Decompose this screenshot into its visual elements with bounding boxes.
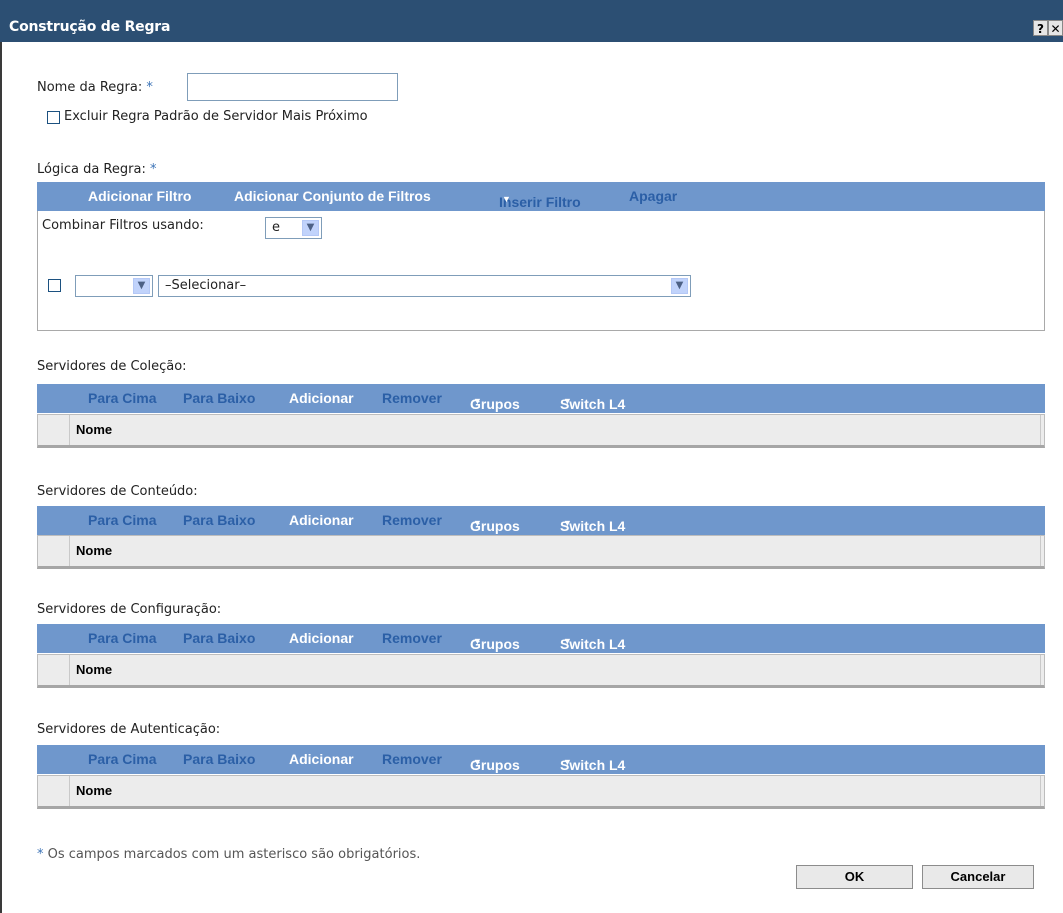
server-toolbar: Para Cima Para Baixo Adicionar Remover G… [37,506,1045,535]
required-asterisk: * [149,162,157,177]
add-filter-set-button[interactable]: Adicionar Conjunto de Filtros [234,188,431,204]
column-header-name[interactable]: Nome [76,662,112,677]
exclude-closest-label: Excluir Regra Padrão de Servidor Mais Pr… [64,109,368,124]
move-up-button[interactable]: Para Cima [88,390,156,406]
move-up-button[interactable]: Para Cima [88,512,156,528]
server-table: Nome [37,775,1045,809]
server-toolbar: Para Cima Para Baixo Adicionar Remover G… [37,624,1045,653]
remove-button[interactable]: Remover [382,512,442,528]
filter-criteria-select[interactable]: –Selecionar– ▼ [158,275,691,297]
move-down-button[interactable]: Para Baixo [183,512,255,528]
required-asterisk: * [146,80,153,95]
chevron-down-icon: ▼ [563,396,572,406]
server-toolbar: Para Cima Para Baixo Adicionar Remover G… [37,745,1045,774]
column-header-name[interactable]: Nome [76,543,112,558]
dialog-titlebar: Construção de Regra ? ✕ [0,0,1063,42]
section-title: Servidores de Configuração: [37,602,222,617]
combine-filters-label: Combinar Filtros usando: [42,218,204,233]
server-table: Nome [37,535,1045,569]
add-button[interactable]: Adicionar [289,390,354,406]
chevron-down-icon: ▼ [133,278,150,294]
chevron-down-icon: ▼ [473,396,482,406]
required-note: * Os campos marcados com um asterisco sã… [37,847,421,862]
section-title: Servidores de Coleção: [37,359,187,374]
exclude-closest-checkbox[interactable] [47,111,60,124]
server-toolbar: Para Cima Para Baixo Adicionar Remover G… [37,384,1045,413]
remove-button[interactable]: Remover [382,630,442,646]
chevron-down-icon: ▼ [502,194,511,204]
chevron-down-icon: ▼ [473,518,482,528]
ok-button[interactable]: OK [796,865,913,889]
rule-name-input[interactable] [187,73,398,101]
filter-toolbar: Adicionar Filtro Adicionar Conjunto de F… [37,182,1045,211]
close-icon[interactable]: ✕ [1048,20,1063,36]
move-down-button[interactable]: Para Baixo [183,390,255,406]
combine-filters-select[interactable]: e ▼ [265,217,322,239]
add-button[interactable]: Adicionar [289,512,354,528]
dialog-title: Construção de Regra [9,19,171,35]
chevron-down-icon: ▼ [671,278,688,294]
column-header-name[interactable]: Nome [76,422,112,437]
rule-logic-label: Lógica da Regra: * [37,162,157,177]
remove-button[interactable]: Remover [382,751,442,767]
move-up-button[interactable]: Para Cima [88,630,156,646]
remove-button[interactable]: Remover [382,390,442,406]
chevron-down-icon: ▼ [473,636,482,646]
chevron-down-icon: ▼ [563,757,572,767]
cancel-button[interactable]: Cancelar [922,865,1034,889]
dialog-frame [0,42,2,913]
move-up-button[interactable]: Para Cima [88,751,156,767]
filter-row-checkbox[interactable] [48,279,61,292]
add-button[interactable]: Adicionar [289,630,354,646]
chevron-down-icon: ▼ [302,220,319,236]
chevron-down-icon: ▼ [473,757,482,767]
help-icon[interactable]: ? [1033,20,1048,36]
column-header-name[interactable]: Nome [76,783,112,798]
add-filter-button[interactable]: Adicionar Filtro [88,188,191,204]
server-table: Nome [37,414,1045,448]
delete-button[interactable]: Apagar [629,188,677,204]
filter-operator-select[interactable]: ▼ [75,275,153,297]
move-down-button[interactable]: Para Baixo [183,630,255,646]
chevron-down-icon: ▼ [563,518,572,528]
chevron-down-icon: ▼ [563,636,572,646]
move-down-button[interactable]: Para Baixo [183,751,255,767]
required-asterisk: * [37,847,44,862]
section-title: Servidores de Conteúdo: [37,484,198,499]
section-title: Servidores de Autenticação: [37,722,221,737]
add-button[interactable]: Adicionar [289,751,354,767]
rule-name-label: Nome da Regra: * [37,80,153,95]
server-table: Nome [37,654,1045,688]
